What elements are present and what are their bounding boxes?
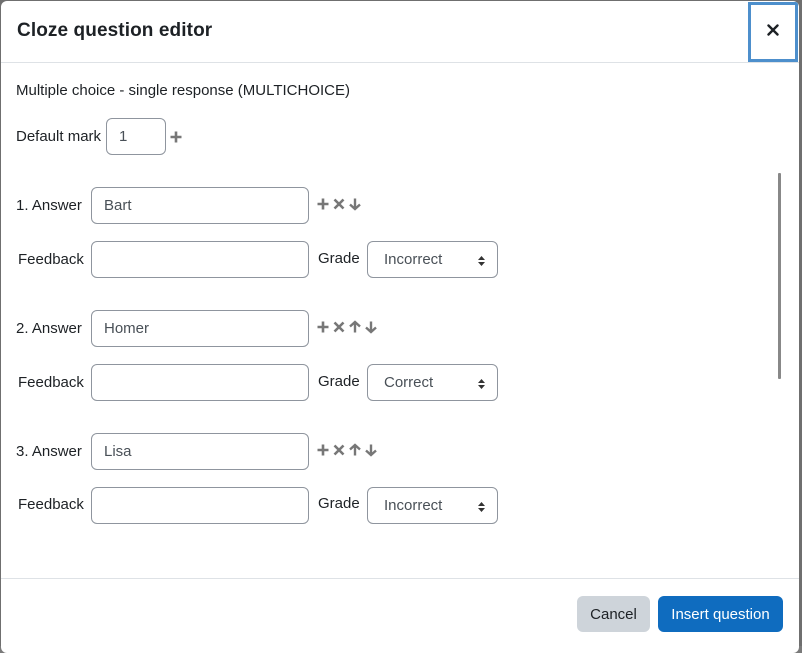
cloze-editor-dialog: Cloze question editor Multiple choice - …	[1, 1, 799, 653]
arrow-up-icon[interactable]	[348, 443, 362, 457]
times-icon[interactable]	[332, 443, 346, 457]
cancel-button[interactable]: Cancel	[577, 596, 650, 632]
dialog-title: Cloze question editor	[17, 20, 213, 41]
plus-icon[interactable]	[316, 197, 330, 211]
sort-arrows-icon	[477, 254, 486, 266]
answer-label: 3. Answer	[16, 443, 82, 460]
question-type-label: Multiple choice - single response (MULTI…	[16, 82, 350, 99]
plus-icon[interactable]	[316, 443, 330, 457]
answer-input[interactable]	[91, 433, 309, 470]
plus-icon[interactable]	[169, 130, 183, 144]
times-icon[interactable]	[332, 197, 346, 211]
answer-input[interactable]	[91, 187, 309, 224]
sort-arrows-icon	[477, 500, 486, 512]
grade-select-value: Incorrect	[384, 497, 443, 514]
arrow-down-icon[interactable]	[348, 197, 362, 211]
feedback-input[interactable]	[91, 364, 309, 401]
close-icon	[767, 23, 779, 41]
default-mark-label: Default mark	[16, 128, 102, 145]
feedback-label: Feedback	[18, 374, 84, 391]
grade-select[interactable]: Incorrect	[367, 487, 498, 524]
grade-select[interactable]: Correct	[367, 364, 498, 401]
insert-question-button[interactable]: Insert question	[658, 596, 783, 632]
default-mark-input[interactable]	[106, 118, 166, 155]
grade-select-value: Incorrect	[384, 251, 443, 268]
arrow-down-icon[interactable]	[364, 443, 378, 457]
grade-select[interactable]: Incorrect	[367, 241, 498, 278]
grade-label: Grade	[318, 250, 360, 267]
body-scrollbar[interactable]	[778, 173, 781, 379]
dialog-header: Cloze question editor	[1, 1, 799, 63]
grade-select-value: Correct	[384, 374, 434, 391]
close-button[interactable]	[748, 2, 798, 62]
dialog-footer: Cancel Insert question	[1, 578, 799, 648]
sort-arrows-icon	[477, 377, 486, 389]
arrow-up-icon[interactable]	[348, 320, 362, 334]
arrow-down-icon[interactable]	[364, 320, 378, 334]
feedback-input[interactable]	[91, 487, 309, 524]
answer-label: 1. Answer	[16, 197, 82, 214]
plus-icon[interactable]	[316, 320, 330, 334]
dialog-body: Multiple choice - single response (MULTI…	[1, 64, 799, 579]
grade-label: Grade	[318, 373, 360, 390]
feedback-label: Feedback	[18, 496, 84, 513]
answer-label: 2. Answer	[16, 320, 82, 337]
times-icon[interactable]	[332, 320, 346, 334]
feedback-label: Feedback	[18, 251, 84, 268]
grade-label: Grade	[318, 495, 360, 512]
feedback-input[interactable]	[91, 241, 309, 278]
answer-input[interactable]	[91, 310, 309, 347]
